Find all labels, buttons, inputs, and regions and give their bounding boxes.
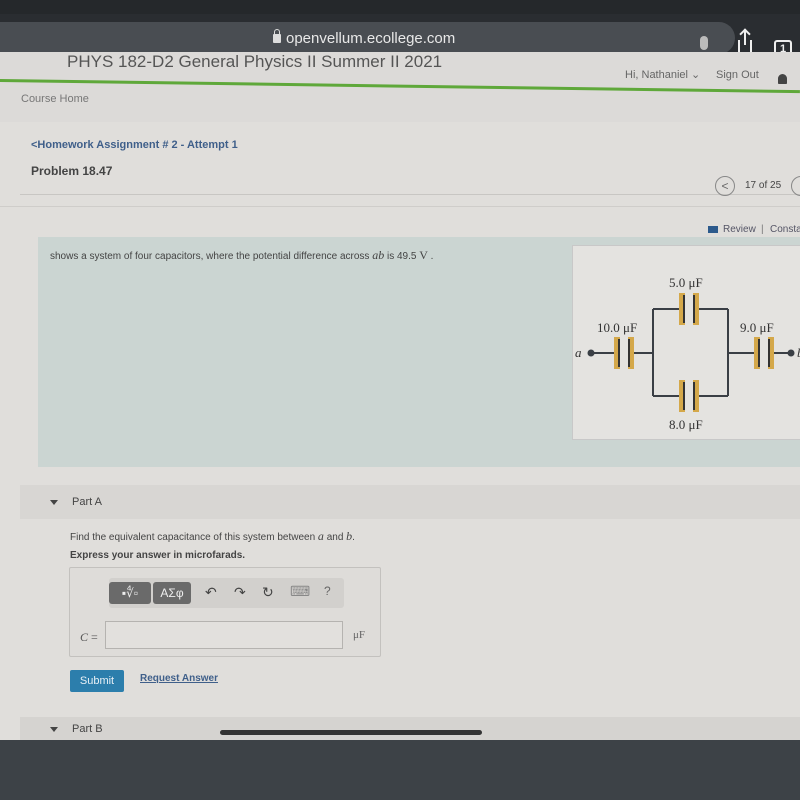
capacitor-label-9uF: 9.0 μF [740, 320, 774, 335]
capacitor-label-10uF: 10.0 μF [597, 320, 637, 335]
bell-icon[interactable] [778, 74, 787, 84]
answer-panel: ▪∜▫ ΑΣφ ↶ ↷ ↻ ⌨ ? C = μF [69, 567, 381, 657]
capacitor-10uF [614, 337, 634, 369]
capacitor-8uF [679, 380, 699, 412]
sign-out-link[interactable]: Sign Out [716, 69, 759, 81]
problem-title: Problem 18.47 [31, 164, 113, 178]
capacitor-9uF [754, 337, 774, 369]
capacitor-label-5uF: 5.0 μF [669, 275, 703, 290]
circuit-figure: a b 10.0 μF 5.0 μF 8.0 μF 9.0 μF [572, 245, 800, 440]
terminal-a-label: a [575, 345, 582, 360]
constants-link[interactable]: Consta [770, 224, 800, 235]
math-toolbar: ▪∜▫ ΑΣφ ↶ ↷ ↻ ⌨ ? [109, 578, 344, 608]
previous-problem-button[interactable]: < [715, 176, 735, 196]
undo-icon[interactable]: ↶ [205, 584, 217, 601]
link-separator: | [761, 224, 764, 235]
page: PHYS 182-D2 General Physics II Summer II… [0, 52, 800, 742]
lock-icon [273, 29, 281, 43]
intro-text-part: shows a system of four capacitors, where… [50, 251, 373, 262]
caret-down-icon [50, 500, 58, 505]
capacitor-5uF [679, 293, 699, 325]
question-text: and [323, 532, 347, 543]
home-indicator[interactable] [220, 730, 482, 735]
templates-button[interactable]: ▪∜▫ [109, 582, 151, 604]
keyboard-icon[interactable]: ⌨ [290, 583, 310, 600]
intro-unit: V [419, 248, 428, 262]
course-title: PHYS 182-D2 General Physics II Summer II… [67, 52, 443, 71]
status-bar [0, 0, 800, 14]
intro-text: shows a system of four capacitors, where… [50, 248, 433, 263]
terminal-a-dot [587, 349, 595, 357]
caret-down-icon [50, 727, 58, 732]
redo-icon[interactable]: ↷ [234, 584, 246, 601]
microphone-icon[interactable] [700, 36, 708, 50]
back-to-assignment-link[interactable]: <Homework Assignment # 2 - Attempt 1 [31, 139, 238, 151]
intro-variable: ab [372, 248, 385, 262]
intro-text-part: is 49.5 [384, 251, 420, 262]
capacitor-label-8uF: 8.0 μF [669, 417, 703, 432]
url-text: openvellum.ecollege.com [286, 30, 456, 47]
course-home-link[interactable]: Course Home [21, 93, 89, 105]
circuit-diagram: a b 10.0 μF 5.0 μF 8.0 μF 9.0 μF [575, 275, 800, 432]
terminal-b-dot [787, 349, 795, 357]
question-text: . [352, 532, 355, 543]
answer-instruction: Express your answer in microfarads. [70, 550, 246, 561]
unit-label: μF [353, 629, 366, 641]
symbols-button[interactable]: ΑΣφ [153, 582, 191, 604]
part-a-header[interactable]: Part A [20, 485, 800, 519]
device-bezel [0, 740, 800, 800]
header-accent-bar [0, 79, 800, 94]
part-a-question: Find the equivalent capacitance of this … [70, 529, 355, 544]
reset-icon[interactable]: ↻ [262, 584, 274, 601]
book-icon [708, 226, 718, 233]
url-display[interactable]: openvellum.ecollege.com [273, 29, 456, 47]
submit-button[interactable]: Submit [70, 670, 124, 692]
problem-intro: shows a system of four capacitors, where… [38, 237, 800, 467]
divider [20, 194, 800, 195]
input-label: C = [80, 630, 98, 645]
request-answer-link[interactable]: Request Answer [140, 673, 218, 684]
next-problem-button[interactable] [791, 176, 800, 196]
help-icon[interactable]: ? [324, 584, 331, 598]
main-content: <Homework Assignment # 2 - Attempt 1 Pro… [0, 122, 800, 742]
user-menu[interactable]: Hi, Nathaniel ⌄ [625, 68, 700, 81]
input-label-var: C [80, 630, 89, 644]
part-a-label: Part A [72, 496, 102, 508]
intro-text-part: . [427, 251, 434, 262]
input-label-eq: = [88, 630, 98, 644]
divider [0, 206, 800, 207]
question-text: Find the equivalent capacitance of this … [70, 532, 318, 543]
browser-chrome: openvellum.ecollege.com 1 [0, 0, 800, 58]
part-b-label: Part B [72, 723, 103, 735]
problem-position: 17 of 25 [745, 180, 782, 191]
review-link[interactable]: Review [723, 224, 756, 235]
capacitance-answer-input[interactable] [105, 621, 343, 649]
